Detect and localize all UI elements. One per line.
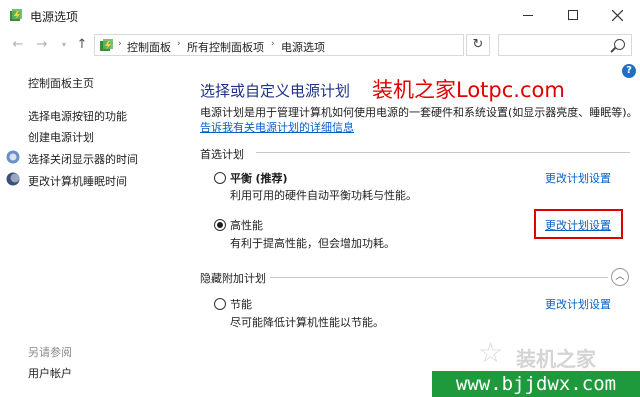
recent-locations-button[interactable]: ▾	[54, 36, 74, 54]
plan-desc-balanced: 利用可用的硬件自动平衡功耗与性能。	[230, 189, 417, 202]
breadcrumb-separator[interactable]: ›	[118, 39, 122, 49]
back-button[interactable]: ←	[8, 36, 28, 54]
search-input[interactable]	[498, 34, 632, 56]
up-button[interactable]: ↑	[72, 36, 92, 54]
maximize-icon	[567, 10, 578, 20]
plan-name-text: 平衡	[230, 172, 252, 185]
sidebar-item-sleep[interactable]: 更改计算机睡眠时间	[28, 173, 127, 189]
minimize-button[interactable]	[505, 0, 550, 30]
sidebar-item-user-accounts[interactable]: 用户帐户	[28, 365, 72, 381]
breadcrumb-all-items[interactable]: 所有控制面板项	[187, 39, 264, 55]
plan-radio-power-saver[interactable]	[214, 298, 226, 310]
page-title: 选择或自定义电源计划	[200, 82, 351, 100]
breadcrumb[interactable]: › 控制面板 › 所有控制面板项 › 电源选项 ▾	[94, 34, 546, 56]
hidden-plans-heading: 隐藏附加计划	[200, 272, 266, 285]
forward-button[interactable]: →	[32, 36, 52, 54]
change-plan-settings-high-performance[interactable]: 更改计划设置	[545, 217, 611, 233]
address-bar: ← → ▾ ↑ › 控制面板 › 所有控制面板项 › 电源选项 ▾ ↻	[0, 30, 640, 60]
preferred-plans-heading: 首选计划	[200, 148, 244, 161]
more-info-link[interactable]: 告诉我有关电源计划的详细信息	[200, 119, 354, 135]
chevron-up-icon: ︿	[615, 272, 625, 282]
change-plan-settings-power-saver[interactable]: 更改计划设置	[545, 296, 611, 312]
breadcrumb-power-options[interactable]: 电源选项	[281, 39, 325, 55]
sidebar-item-display-off[interactable]: 选择关闭显示器的时间	[28, 151, 138, 167]
plan-name-balanced: 平衡 (推荐)	[230, 170, 288, 186]
close-button[interactable]	[595, 0, 640, 30]
watermark-top: 装机之家Lotpc.com	[372, 78, 565, 102]
sidebar-item-create-plan[interactable]: 创建电源计划	[28, 129, 94, 145]
refresh-button[interactable]: ↻	[466, 34, 490, 56]
collapse-hidden-plans-button[interactable]: ︿	[611, 268, 629, 286]
maximize-button[interactable]	[550, 0, 595, 30]
plan-desc-power-saver: 尽可能降低计算机性能以节能。	[230, 316, 384, 329]
window-title: 电源选项	[30, 10, 79, 24]
plan-name-power-saver: 节能	[230, 298, 252, 311]
power-options-icon	[10, 9, 22, 21]
section-divider	[256, 152, 630, 153]
watermark-bottom-text: 装机之家	[516, 347, 596, 371]
see-also-heading: 另请参阅	[28, 346, 72, 359]
close-icon	[612, 9, 623, 21]
plan-name-high-performance: 高性能	[230, 219, 263, 232]
breadcrumb-separator[interactable]: ›	[271, 39, 275, 49]
change-plan-settings-balanced[interactable]: 更改计划设置	[545, 170, 611, 186]
minimize-icon	[522, 14, 533, 16]
page-description: 电源计划是用于管理计算机如何使用电源的一套硬件和系统设置(如显示器亮度、睡眠等)…	[200, 106, 638, 119]
breadcrumb-control-panel[interactable]: 控制面板	[127, 39, 171, 55]
control-panel-icon	[100, 39, 113, 51]
watermark-url: www.bjjdwx.com	[432, 371, 640, 397]
plan-radio-high-performance[interactable]	[214, 219, 226, 231]
display-icon	[6, 150, 20, 164]
moon-icon	[6, 172, 20, 186]
search-icon	[614, 39, 625, 50]
sidebar-item-power-buttons[interactable]: 选择电源按钮的功能	[28, 108, 127, 124]
plan-desc-high-performance: 有利于提高性能，但会增加功耗。	[230, 237, 395, 250]
breadcrumb-separator[interactable]: ›	[177, 39, 181, 49]
plan-tag: (推荐)	[255, 172, 288, 185]
star-icon: ☆	[478, 336, 504, 369]
section-divider	[270, 277, 608, 278]
title-bar: 电源选项	[0, 0, 640, 30]
help-icon[interactable]: ?	[622, 64, 636, 78]
sidebar-item-home[interactable]: 控制面板主页	[28, 75, 94, 91]
plan-radio-balanced[interactable]	[214, 172, 226, 184]
